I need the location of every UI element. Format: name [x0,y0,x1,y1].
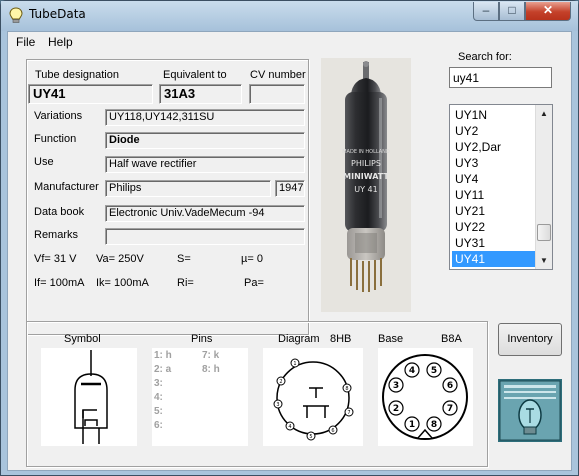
tube-list[interactable]: UY1N UY2 UY2,Dar UY3 UY4 UY11 UY21 UY22 … [449,104,553,270]
pa-value: Pa= [244,277,264,289]
list-item[interactable]: UY31 [452,235,538,251]
svg-text:5: 5 [309,434,312,440]
svg-text:1: 1 [409,420,415,430]
tube-designation-label: Tube designation [35,69,119,81]
menu-file[interactable]: File [16,35,35,49]
equivalent-label: Equivalent to [163,69,227,81]
svg-text:8: 8 [345,386,348,392]
diagram-code: 8HB [330,333,352,345]
list-item[interactable]: UY2 [452,123,538,139]
cv-number-field[interactable] [249,84,305,104]
tube-photo-image: MADE IN HOLLAND PHILIPS MINIWATT UY 41 [321,58,411,312]
svg-text:7: 7 [447,404,453,414]
svg-text:6: 6 [447,381,453,391]
diode-symbol-icon [74,350,108,444]
maximize-button[interactable]: □ [499,2,525,21]
list-item[interactable]: UY1N [452,107,538,123]
tube-designation-field[interactable]: UY41 [28,84,153,104]
pin-diagram-box: 1 2 3 4 5 6 7 8 [263,348,363,446]
remarks-field[interactable] [105,228,305,245]
list-item[interactable]: UY2,Dar [452,139,538,155]
svg-text:1: 1 [293,361,296,367]
pins-column-2: 7: k 8: h [202,350,220,375]
menu-bar: File Help [8,32,571,51]
list-scrollbar[interactable]: ▲ ▼ [535,105,552,269]
ik-value: Ik= 100mA [96,277,149,289]
vf-value: Vf= 31 V [34,253,77,265]
list-item-selected[interactable]: UY41 [452,251,538,267]
pin-diagram-icon: 1 2 3 4 5 6 7 8 [273,358,354,441]
remarks-label: Remarks [34,229,79,241]
s-value: S= [177,253,191,265]
svg-text:3: 3 [393,381,399,391]
pins-column-1: 1: h 2: a 3: 4: 5: 6: [154,350,172,431]
tube-photo: MADE IN HOLLAND PHILIPS MINIWATT UY 41 [321,58,411,312]
tube-logo-icon [499,380,561,441]
svg-text:5: 5 [431,366,437,376]
ri-value: Ri= [177,277,194,289]
search-label: Search for: [458,51,512,63]
scroll-thumb[interactable] [537,224,551,241]
function-field[interactable]: Diode [105,132,305,149]
symbol-label: Symbol [64,333,101,345]
use-label: Use [34,156,54,168]
manufacturer-field[interactable]: Philips [105,180,271,197]
list-item[interactable]: UY21 [452,203,538,219]
list-item[interactable]: UY22 [452,219,538,235]
photo-print-line2: PHILIPS [351,159,381,168]
app-window: TubeData – □ ✕ File Help Tube designatio… [0,0,579,476]
menu-help[interactable]: Help [48,35,73,49]
base-label: Base [378,333,404,345]
list-item[interactable]: UY3 [452,155,538,171]
svg-text:4: 4 [409,366,415,376]
scroll-up-icon[interactable]: ▲ [536,105,552,122]
svg-text:7: 7 [347,410,350,416]
equivalent-field[interactable]: 31A3 [159,84,242,104]
variations-label: Variations [34,110,83,122]
diagram-label: Diagram [278,333,320,345]
data-book-field[interactable]: Electronic Univ.VadeMecum -94 [105,205,305,222]
list-item[interactable]: UY4 [452,171,538,187]
svg-text:6: 6 [331,428,334,434]
client-area: File Help Tube designation Equivalent to… [7,31,572,471]
lightbulb-icon [9,7,23,23]
svg-text:3: 3 [276,402,279,408]
pins-box: 1: h 2: a 3: 4: 5: 6: 7: k 8: h [152,348,248,446]
manufacturer-label: Manufacturer [34,181,99,193]
photo-print-line4: UY 41 [354,185,377,194]
photo-print-line3: MINIWATT [343,172,389,181]
list-item[interactable]: UY11 [452,187,538,203]
cv-number-label: CV number [250,69,306,81]
variations-field[interactable]: UY118,UY142,311SU [105,109,305,126]
base-icon: 4 5 6 7 8 1 2 3 [382,354,468,440]
svg-text:2: 2 [279,379,282,385]
title-bar[interactable]: TubeData – □ ✕ [1,1,578,31]
scroll-down-icon[interactable]: ▼ [536,252,552,269]
photo-print-line1: MADE IN HOLLAND [342,149,390,155]
svg-text:4: 4 [288,424,291,430]
search-input[interactable] [449,67,552,88]
mu-value: µ= 0 [241,253,263,265]
data-book-label: Data book [34,206,85,218]
svg-text:2: 2 [393,404,399,414]
close-button[interactable]: ✕ [525,2,571,21]
minimize-button[interactable]: – [473,2,499,21]
app-logo [498,379,562,442]
year-field[interactable]: 1947 [275,180,305,197]
svg-text:8: 8 [431,420,437,430]
function-label: Function [34,133,77,145]
if-value: If= 100mA [34,277,85,289]
window-title: TubeData [29,7,86,21]
inventory-button[interactable]: Inventory [498,323,562,356]
base-box: 4 5 6 7 8 1 2 3 [378,348,473,446]
va-value: Va= 250V [96,253,144,265]
symbol-box [41,348,137,446]
base-code: B8A [441,333,462,345]
pins-label: Pins [191,333,213,345]
use-field[interactable]: Half wave rectifier [105,156,305,173]
